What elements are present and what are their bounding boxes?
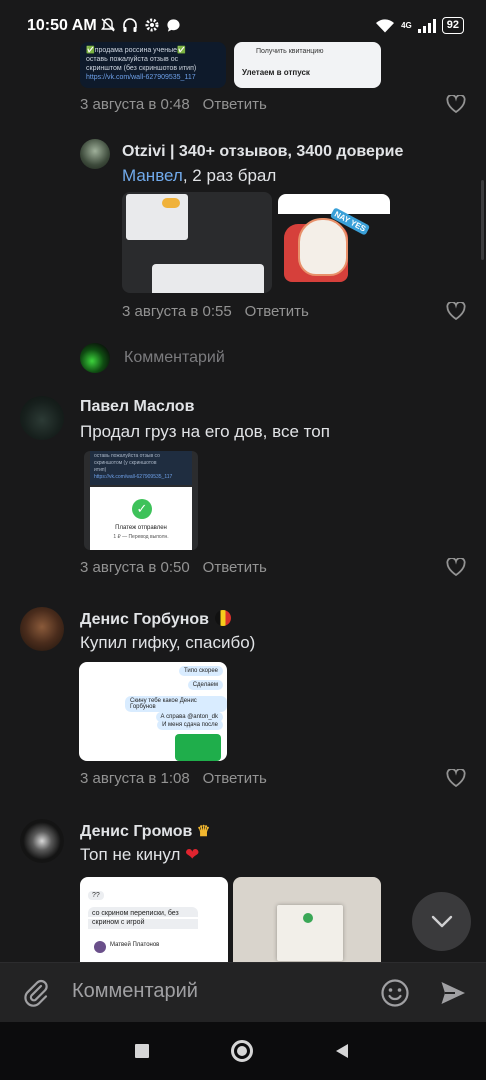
chevron-down-icon — [431, 915, 452, 927]
collage-emoji — [162, 198, 180, 208]
thumb-line: Матвей Платонов — [110, 942, 160, 948]
check-circle-icon: ✓ — [132, 499, 152, 519]
thumb-receipt: ✓ Платеж отправлен 1 ₽ — Перевод выполн. — [90, 487, 192, 550]
comment-date[interactable]: 3 августа в 0:55 — [122, 303, 232, 320]
thumb-line: скрином с игрой — [88, 919, 198, 929]
comment-image-right[interactable] — [233, 877, 381, 963]
mention-link[interactable]: Манвел — [122, 166, 183, 185]
avatar[interactable] — [20, 819, 64, 863]
status-left-icons — [100, 17, 181, 33]
paperclip-icon[interactable] — [22, 978, 50, 1008]
gear-icon — [145, 18, 159, 32]
wifi-icon — [376, 18, 395, 32]
author-name[interactable]: Денис Громов — [80, 823, 192, 840]
comment-date[interactable]: 3 августа в 0:48 — [80, 96, 190, 113]
comment-image[interactable]: Типо скорее Сделаем Скину тебе какое Ден… — [79, 662, 227, 761]
sticker-cat — [298, 218, 348, 276]
thumb-line: скринштом (без скриншотов итип) — [86, 65, 197, 72]
comment-text-body: , 2 раз брал — [182, 166, 277, 185]
battery-indicator: 92 — [441, 17, 464, 34]
my-avatar — [80, 343, 110, 373]
comment-author[interactable]: Павел Маслов — [80, 398, 194, 416]
comment-text: Продал груз на его дов, все топ — [80, 422, 330, 441]
chat-bubble: Скину тебе какое Денис Горбунов — [125, 696, 227, 712]
comment-author[interactable]: Денис Громов ♛ — [80, 822, 210, 841]
comment-text: Топ не кинул ❤ — [80, 845, 199, 865]
comment-image[interactable]: оставь пожалуйста отзыв со скриншотом (у… — [84, 451, 198, 550]
headphones-icon — [123, 18, 137, 32]
comment-input[interactable]: Комментарий — [72, 980, 198, 1003]
author-name[interactable]: Денис Горбунов — [80, 611, 209, 628]
avatar[interactable] — [20, 607, 64, 651]
signal-icon — [417, 18, 436, 33]
system-nav-bar — [0, 1022, 486, 1080]
mute-icon — [101, 18, 115, 32]
thumb-line: оставь пожалуйста отзыв ос — [86, 56, 179, 63]
like-heart-icon[interactable] — [446, 302, 466, 320]
thumb-sub: 1 ₽ — Перевод выполн. — [113, 534, 169, 540]
thumb-line: https://vk.com/wall-627909535_117 — [86, 74, 196, 81]
recents-button[interactable] — [135, 1044, 149, 1058]
reply-button[interactable]: Ответить — [245, 303, 309, 320]
comment-composer: Комментарий — [0, 962, 486, 1022]
thumb-line: скриншотом (у скриншотов — [94, 460, 157, 466]
chat-bubble: Типо скорее — [178, 666, 223, 676]
send-icon[interactable] — [440, 980, 467, 1006]
comment-meta: 3 августа в 1:08 Ответить — [80, 770, 267, 787]
chat-bubble-icon — [167, 18, 180, 32]
comment-text-body: Топ не кинул — [80, 845, 181, 864]
thumb-line: Улетаем в отпуск — [242, 68, 310, 77]
like-heart-icon[interactable] — [446, 95, 466, 113]
home-button[interactable] — [231, 1040, 253, 1062]
flag-badge-icon — [215, 610, 232, 626]
heart-emoji-icon: ❤ — [185, 845, 200, 864]
status-time: 10:50 AM — [27, 17, 97, 34]
thumb-line: итип) — [94, 467, 107, 473]
thumb-line: оставь пожалуйста отзыв со — [94, 453, 160, 459]
inline-reply-input[interactable]: Комментарий — [124, 349, 225, 367]
comment-author[interactable]: Otzivi | 340+ отзывов, 3400 доверие — [122, 143, 403, 161]
reply-button[interactable]: Ответить — [203, 770, 267, 787]
thumb-line: ?? — [88, 891, 104, 900]
reply-button[interactable]: Ответить — [203, 559, 267, 576]
comment-text: Манвел, 2 раз брал — [122, 166, 276, 186]
comment-date[interactable]: 3 августа в 0:50 — [80, 559, 190, 576]
avatar[interactable] — [20, 396, 64, 440]
reply-button[interactable]: Ответить — [203, 96, 267, 113]
comment-meta: 3 августа в 0:55 Ответить — [122, 303, 309, 320]
thumb-green-card — [175, 734, 221, 761]
back-button[interactable] — [334, 1043, 350, 1059]
comment-meta: 3 августа в 0:48 Ответить — [80, 96, 267, 113]
comment-image-collage[interactable] — [122, 192, 272, 293]
thumb-caption: Платеж отправлен — [115, 525, 167, 531]
scrollbar[interactable] — [481, 180, 484, 260]
scroll-down-button[interactable] — [412, 892, 471, 951]
like-heart-icon[interactable] — [446, 558, 466, 576]
avatar[interactable] — [80, 139, 110, 169]
chat-bubble: И меня сдача после — [157, 720, 223, 730]
network-type: 4G — [401, 20, 412, 30]
thumb-doc-logo — [303, 913, 313, 923]
thumb-line: https://vk.com/wall-627909535_117 — [94, 474, 173, 480]
thumb-line: Получить квитанцию — [256, 48, 324, 55]
comment-image-left[interactable]: ✅продама россина ученые✅ оставь пожалуйс… — [80, 42, 226, 88]
thumb-avatar — [94, 941, 106, 953]
crown-icon: ♛ — [196, 823, 211, 840]
comment-text: Купил гифку, спасибо) — [80, 633, 256, 652]
collage-screenshot-bottom — [152, 264, 264, 293]
comment-image-left[interactable]: ?? со скрином переписки, без скрином с и… — [80, 877, 228, 963]
comment-author[interactable]: Денис Горбунов — [80, 610, 232, 629]
chat-bubble: Сделаем — [187, 680, 223, 690]
status-right-icons: 4G 92 — [375, 17, 464, 34]
comment-image-right[interactable]: Получить квитанцию Улетаем в отпуск — [234, 42, 381, 88]
thumb-line: со скрином переписки, без — [88, 907, 198, 917]
comment-date[interactable]: 3 августа в 1:08 — [80, 770, 190, 787]
like-heart-icon[interactable] — [446, 769, 466, 787]
comment-meta: 3 августа в 0:50 Ответить — [80, 559, 267, 576]
home-dot — [237, 1046, 247, 1056]
emoji-smile-icon[interactable] — [380, 978, 410, 1008]
sticker-image[interactable]: NAY YES — [278, 194, 390, 290]
thumb-line: ✅продама россина ученые✅ — [86, 47, 186, 54]
thumb-header: оставь пожалуйста отзыв со скриншотом (у… — [90, 451, 192, 485]
